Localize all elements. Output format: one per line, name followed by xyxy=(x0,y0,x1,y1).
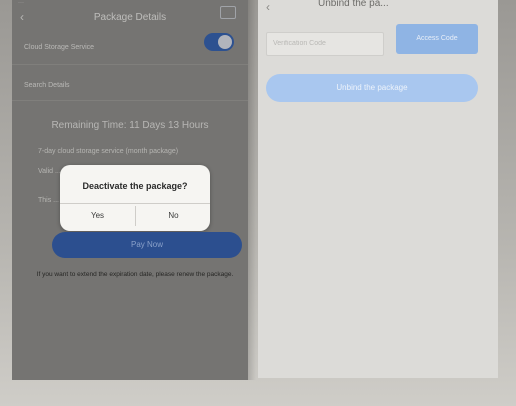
deactivate-dialog: Deactivate the package? Yes No xyxy=(60,165,210,231)
no-button[interactable]: No xyxy=(135,206,211,226)
page-gutter xyxy=(248,0,256,380)
renew-hint: If you want to extend the expiration dat… xyxy=(36,271,234,278)
verification-code-input[interactable] xyxy=(266,32,384,56)
get-code-button[interactable]: Access Code xyxy=(396,24,478,54)
back-arrow-icon[interactable]: ‹ xyxy=(266,0,270,14)
unbind-package-button[interactable]: Unbind the package xyxy=(266,74,478,102)
pay-now-button[interactable]: Pay Now xyxy=(52,232,242,258)
package-details-screen: ··· ‹ Package Details Cloud Storage Serv… xyxy=(12,0,248,380)
dialog-title: Deactivate the package? xyxy=(82,181,188,191)
dialog-divider xyxy=(60,203,210,204)
yes-button[interactable]: Yes xyxy=(60,206,135,226)
unbind-package-screen: ‹ Unbind the pa... Access Code Unbind th… xyxy=(258,0,498,378)
page-title: Unbind the pa... xyxy=(318,0,389,9)
